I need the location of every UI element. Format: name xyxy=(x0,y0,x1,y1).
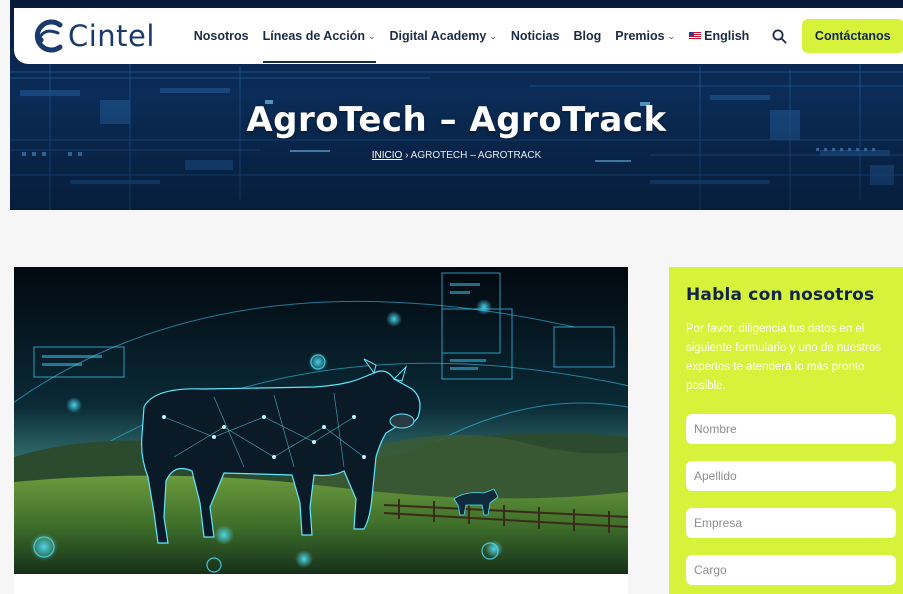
last-name-field[interactable] xyxy=(686,461,896,491)
chevron-down-icon: ⌄ xyxy=(489,30,497,41)
agritech-cow-illustration xyxy=(14,267,628,574)
nav-item-lineas-de-accion[interactable]: Líneas de Acción ⌄ xyxy=(262,29,376,63)
search-icon xyxy=(772,29,787,44)
nav-item-label: Líneas de Acción xyxy=(262,29,365,43)
nav-item-label: Premios xyxy=(615,29,665,43)
page: AgroTech – AgroTrack INICIO › AGROTECH –… xyxy=(0,0,903,594)
nav-item-label: Nosotros xyxy=(193,29,249,43)
brand-name: Cintel xyxy=(68,19,155,53)
nav-item-label: Blog xyxy=(573,29,602,43)
nav-item-label: Noticias xyxy=(510,29,560,43)
nav-item-nosotros[interactable]: Nosotros xyxy=(194,29,249,43)
search-button[interactable] xyxy=(767,23,791,49)
chevron-down-icon: ⌄ xyxy=(667,30,676,41)
nav-menu: Nosotros Líneas de Acción ⌄ Digital Acad… xyxy=(194,29,764,63)
language-label: English xyxy=(704,29,750,43)
job-title-field[interactable] xyxy=(686,555,896,585)
page-title: AgroTech – AgroTrack xyxy=(246,100,667,140)
first-name-field[interactable] xyxy=(686,414,896,444)
featured-image xyxy=(14,267,628,574)
nav-item-premios[interactable]: Premios ⌄ xyxy=(615,29,675,43)
breadcrumb-home-link[interactable]: INICIO xyxy=(372,150,403,161)
language-switcher[interactable]: English xyxy=(689,29,749,43)
content-card xyxy=(14,574,628,594)
sidebar-title: Habla con nosotros xyxy=(686,285,875,305)
sidebar-intro: Por favor, diligencia tus datos en el si… xyxy=(686,323,881,392)
logo-mark-icon xyxy=(34,19,63,53)
chevron-down-icon: ⌄ xyxy=(367,30,376,41)
breadcrumb: INICIO › AGROTECH – AGROTRACK xyxy=(10,150,903,161)
nav-item-digital-academy[interactable]: Digital Academy ⌄ xyxy=(390,29,497,43)
breadcrumb-separator: › xyxy=(405,150,409,161)
main-navigation: Cintel Nosotros Líneas de Acción ⌄ Digit… xyxy=(14,8,903,64)
nav-item-label: Digital Academy xyxy=(389,29,487,43)
brand-logo[interactable]: Cintel xyxy=(30,16,183,56)
nav-item-noticias[interactable]: Noticias xyxy=(511,29,560,43)
company-field[interactable] xyxy=(686,508,896,538)
contact-sidebar: Habla con nosotros Por favor, diligencia… xyxy=(669,267,903,594)
us-flag-icon xyxy=(689,32,702,40)
contact-button[interactable]: Contáctanos xyxy=(801,19,903,53)
nav-item-blog[interactable]: Blog xyxy=(574,29,602,43)
breadcrumb-current: AGROTECH – AGROTRACK xyxy=(410,150,542,161)
